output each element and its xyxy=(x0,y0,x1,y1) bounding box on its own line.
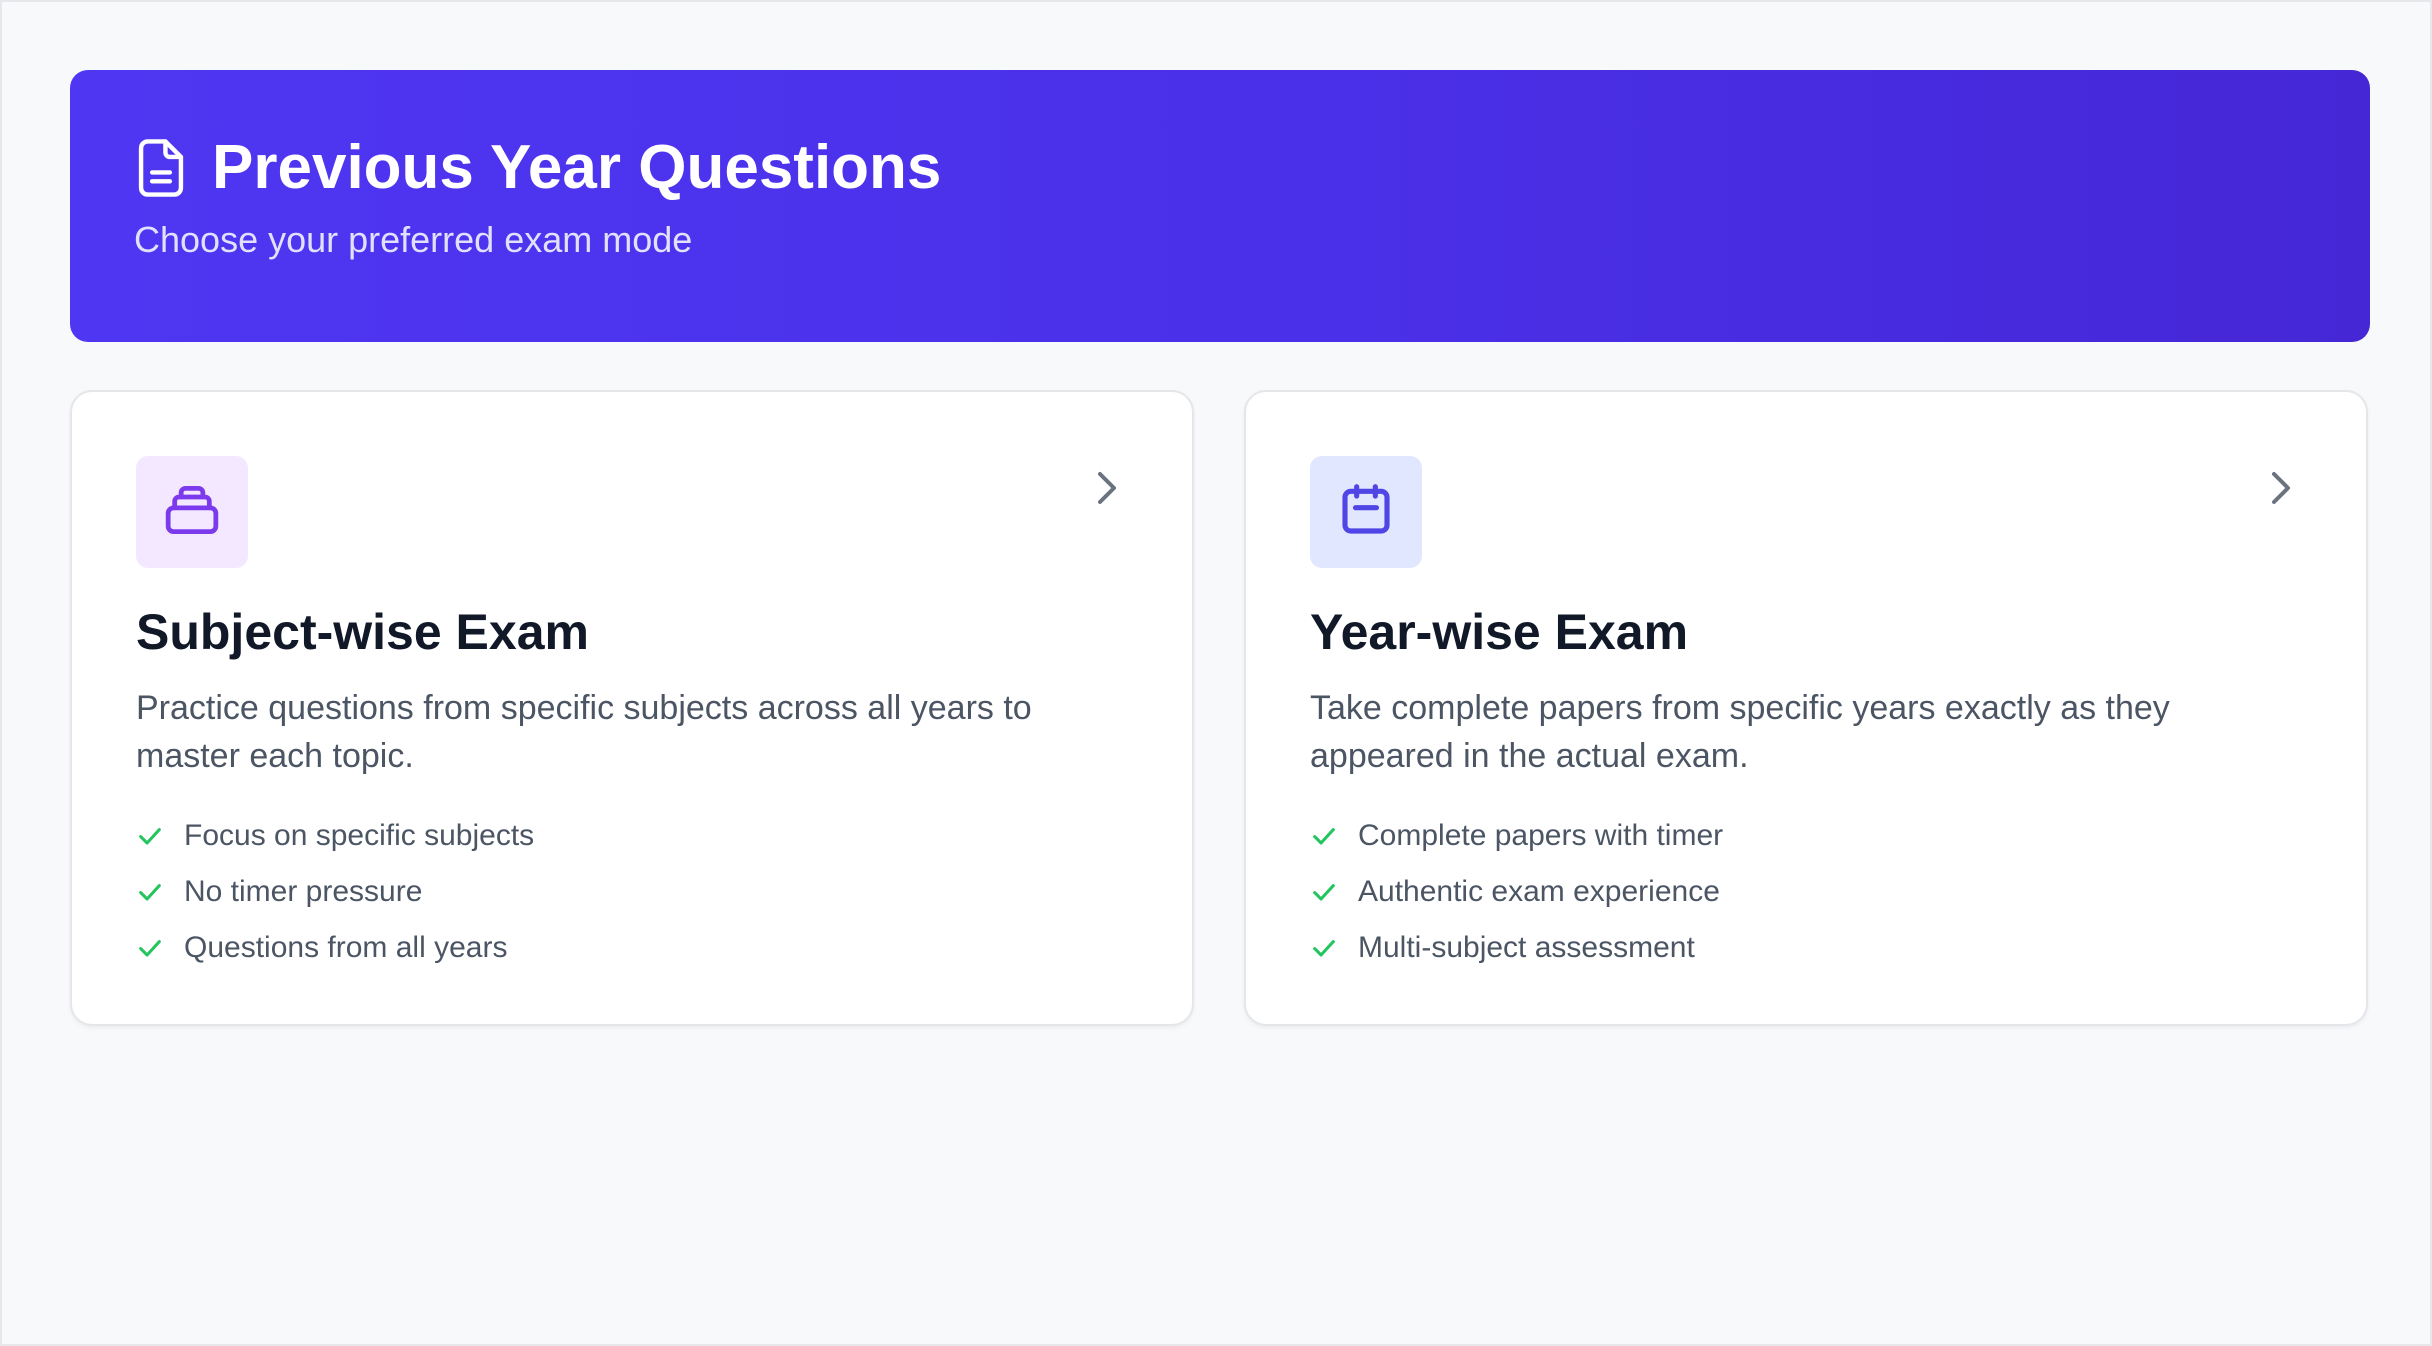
subject-wise-exam-card[interactable]: Subject-wise Exam Practice questions fro… xyxy=(70,390,1194,1026)
feature-item: Complete papers with timer xyxy=(1310,808,2302,864)
page-title: Previous Year Questions xyxy=(212,133,942,202)
archive-box-icon xyxy=(163,484,221,541)
card-description: Take complete papers from specific years… xyxy=(1310,689,2170,775)
feature-text: Multi-subject assessment xyxy=(1358,931,1695,964)
feature-text: No timer pressure xyxy=(184,875,423,908)
chevron-right-icon[interactable] xyxy=(1092,468,1120,508)
feature-item: No timer pressure xyxy=(136,864,1128,920)
feature-list: Complete papers with timer Authentic exa… xyxy=(1310,808,2302,976)
feature-text: Authentic exam experience xyxy=(1358,875,1720,908)
page-subtitle: Choose your preferred exam mode xyxy=(134,219,693,260)
calendar-icon xyxy=(1338,482,1394,543)
feature-list: Focus on specific subjects No timer pres… xyxy=(136,808,1128,976)
check-icon xyxy=(136,878,164,906)
card-title: Year-wise Exam xyxy=(1310,604,1689,660)
feature-item: Multi-subject assessment xyxy=(1310,920,2302,976)
check-icon xyxy=(136,934,164,962)
check-icon xyxy=(136,822,164,850)
card-title: Subject-wise Exam xyxy=(136,604,589,660)
year-icon-tile xyxy=(1310,456,1422,568)
feature-text: Focus on specific subjects xyxy=(184,819,535,852)
feature-text: Questions from all years xyxy=(184,931,508,964)
check-icon xyxy=(1310,822,1338,850)
chevron-right-icon[interactable] xyxy=(2266,468,2294,508)
subject-icon-tile xyxy=(136,456,248,568)
header-title-row: Previous Year Questions xyxy=(134,132,2370,204)
check-icon xyxy=(1310,878,1338,906)
feature-item: Authentic exam experience xyxy=(1310,864,2302,920)
feature-item: Questions from all years xyxy=(136,920,1128,976)
year-wise-exam-card[interactable]: Year-wise Exam Take complete papers from… xyxy=(1244,390,2368,1026)
document-icon xyxy=(134,137,188,199)
feature-item: Focus on specific subjects xyxy=(136,808,1128,864)
card-description: Practice questions from specific subject… xyxy=(136,689,1032,775)
page-header: Previous Year Questions Choose your pref… xyxy=(70,70,2370,342)
check-icon xyxy=(1310,934,1338,962)
feature-text: Complete papers with timer xyxy=(1358,819,1724,852)
